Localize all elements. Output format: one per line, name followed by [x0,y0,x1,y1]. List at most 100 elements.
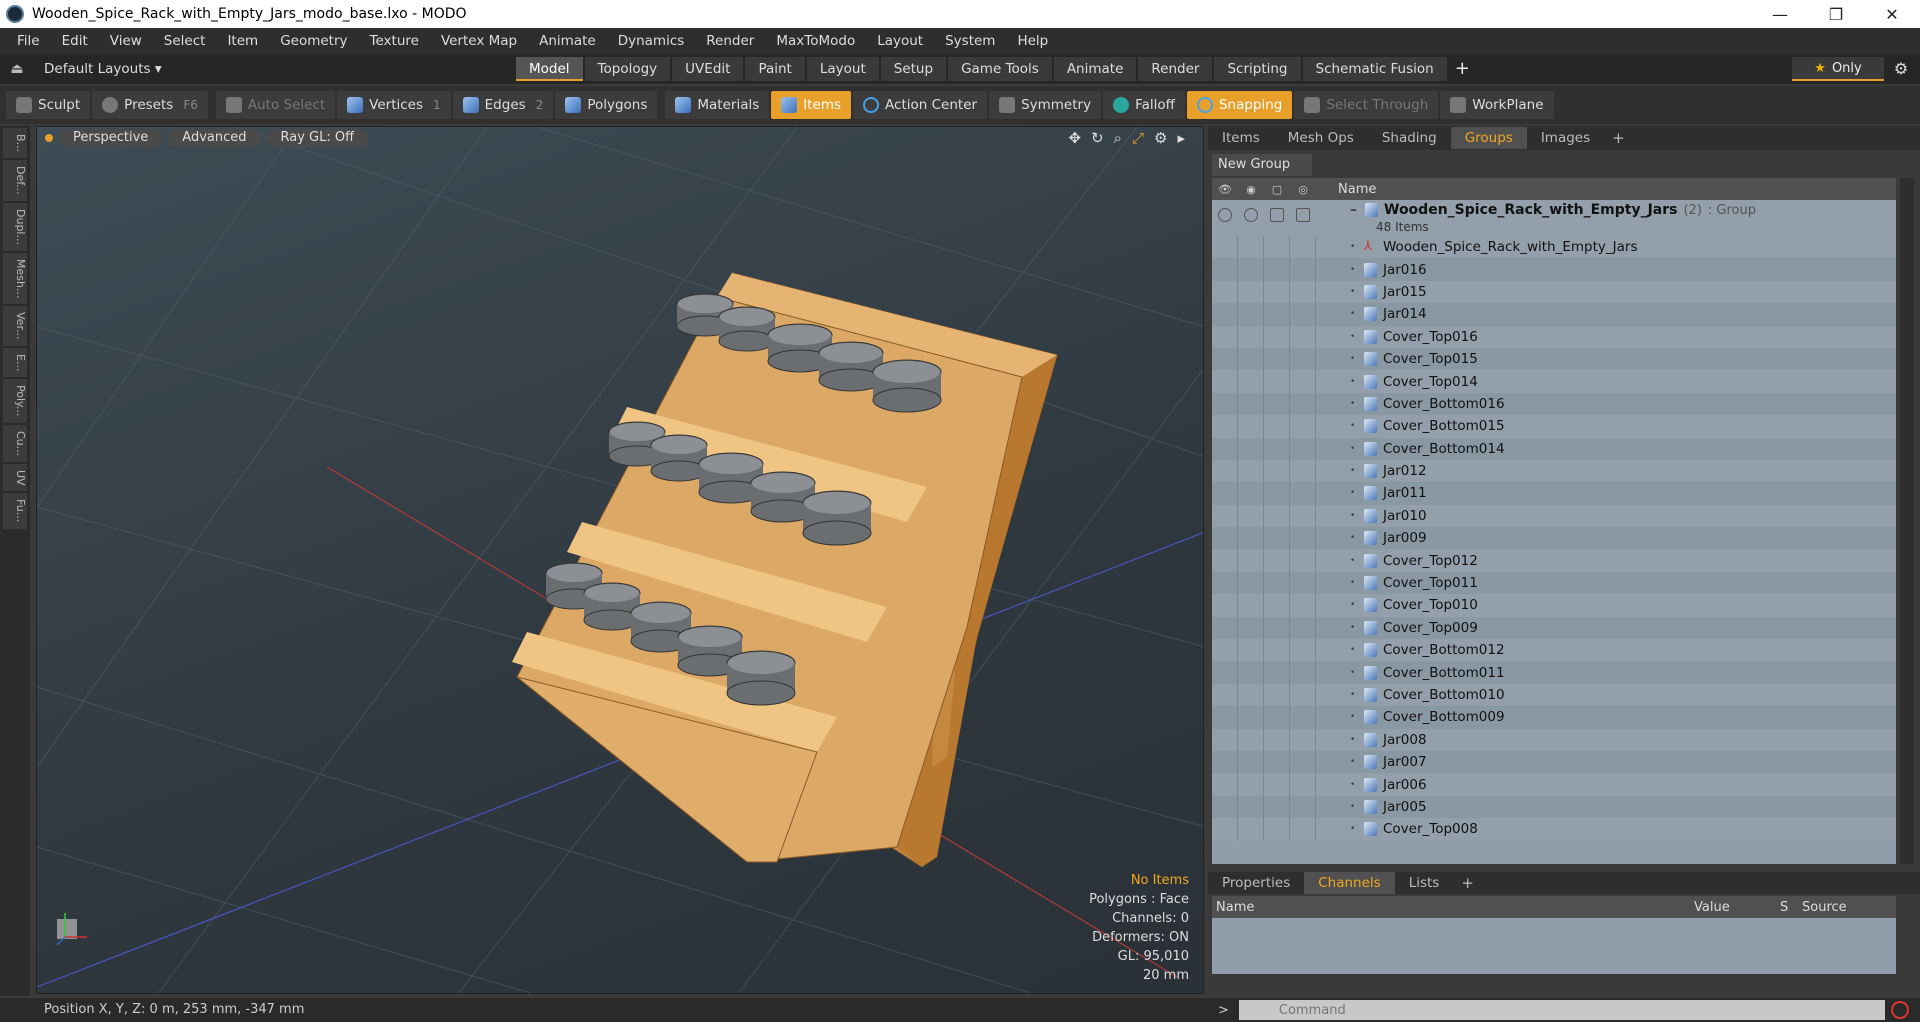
default-layouts-dropdown[interactable]: Default Layouts ▾ [34,61,172,77]
tab-items[interactable]: Items [1208,127,1274,149]
snapping-button[interactable]: Snapping [1186,91,1293,119]
rail-tab[interactable]: Def... [3,160,27,201]
symmetry-button[interactable]: Symmetry [989,91,1102,119]
list-item[interactable]: • Jar008 [1212,728,1896,751]
minimize-button[interactable]: — [1752,0,1808,28]
add-tab-button[interactable]: + [1455,57,1470,81]
menu-geometry[interactable]: Geometry [269,33,358,49]
list-item[interactable]: • Cover_Top008 [1212,818,1896,841]
menu-select[interactable]: Select [153,33,217,49]
gear-icon[interactable]: ⚙ [1888,57,1914,81]
tab-properties[interactable]: Properties [1208,872,1304,894]
workplane-button[interactable]: WorkPlane [1440,91,1554,119]
materials-button[interactable]: Materials [665,91,770,119]
list-item[interactable]: • Jar007 [1212,750,1896,774]
list-item[interactable]: • Jar009 [1212,527,1896,550]
menu-help[interactable]: Help [1006,33,1059,49]
restore-button[interactable]: ❐ [1808,0,1864,28]
list-item[interactable]: • Jar012 [1212,459,1896,483]
list-item[interactable]: • Cover_Bottom011 [1212,661,1896,684]
menu-system[interactable]: System [934,33,1006,49]
name-column-header[interactable]: Name [1338,182,1376,197]
menu-item[interactable]: Item [216,33,269,49]
command-input[interactable] [1238,1000,1885,1020]
tab-topology[interactable]: Topology [584,57,671,81]
list-item[interactable]: • Cover_Bottom012 [1212,639,1896,662]
vertices-button[interactable]: Vertices 1 [337,91,451,119]
list-scrollbar[interactable] [1900,178,1914,864]
list-item[interactable]: • Cover_Bottom009 [1212,706,1896,729]
tab-game-tools[interactable]: Game Tools [948,57,1052,81]
tab-render[interactable]: Render [1138,57,1213,81]
3d-viewport[interactable]: Perspective Advanced Ray GL: Off ✥ ↻ ⌕ ⤢… [36,126,1204,994]
auto-select-button[interactable]: Auto Select [215,91,336,119]
tab-setup[interactable]: Setup [880,57,947,81]
fit-view-icon[interactable]: ⤢ [1132,129,1144,147]
add-channels-tab-button[interactable]: + [1453,874,1482,892]
rail-tab[interactable]: E... [3,347,27,378]
menu-dynamics[interactable]: Dynamics [607,33,696,49]
list-item[interactable]: • Jar016 [1212,258,1896,281]
zoom-view-icon[interactable]: ⌕ [1114,129,1122,147]
render-icon[interactable]: ◉ [1238,183,1264,196]
rail-tab[interactable]: Cu... [3,424,27,462]
lock-icon[interactable]: ▢ [1264,183,1290,196]
list-item[interactable]: • Cover_Top011 [1212,571,1896,595]
list-item[interactable]: • Jar005 [1212,795,1896,819]
rail-tab[interactable]: UV [3,463,27,492]
tab-paint[interactable]: Paint [745,57,805,81]
render-checkbox[interactable] [1244,208,1258,222]
channel-source-header[interactable]: Source [1798,900,1847,915]
tab-shading[interactable]: Shading [1368,127,1451,149]
add-panel-tab-button[interactable]: + [1604,129,1633,147]
viewport-menu-dot[interactable] [45,134,53,142]
presets-button[interactable]: Presets F6 [92,91,208,119]
menu-edit[interactable]: Edit [51,33,99,49]
close-button[interactable]: ✕ [1864,0,1920,28]
list-item[interactable]: • Cover_Top009 [1212,616,1896,640]
items-button[interactable]: Items [771,91,852,119]
only-toggle[interactable]: ★ Only [1792,57,1884,81]
channel-name-header[interactable]: Name [1212,900,1690,915]
list-item[interactable]: • Jar011 [1212,482,1896,505]
channel-value-header[interactable]: Value [1690,900,1776,915]
rail-tab[interactable]: Mesh... [3,252,27,305]
sculpt-button[interactable]: Sculpt [6,91,91,119]
list-item[interactable]: • Cover_Top010 [1212,594,1896,617]
rail-tab[interactable]: Poly... [3,379,27,423]
rail-tab[interactable]: B... [3,128,27,159]
list-item[interactable]: • ⅄ Wooden_Spice_Rack_with_Empty_Jars [1212,236,1896,259]
tab-scripting[interactable]: Scripting [1214,57,1301,81]
menu-file[interactable]: File [6,33,51,49]
record-icon[interactable] [1890,1001,1909,1019]
raygl-button[interactable]: Ray GL: Off [266,129,369,147]
channel-s-header[interactable]: S [1776,900,1798,915]
menu-render[interactable]: Render [695,33,765,49]
rail-tab[interactable]: Dupl... [3,202,27,251]
tab-layout[interactable]: Layout [806,57,879,81]
rail-tab[interactable]: Fu... [3,493,27,529]
advanced-button[interactable]: Advanced [168,129,261,147]
lock-checkbox[interactable] [1270,208,1284,222]
tab-schematic-fusion[interactable]: Schematic Fusion [1302,57,1447,81]
tab-model[interactable]: Model [516,57,583,81]
menu-maxtomodo[interactable]: MaxToModo [765,33,866,49]
list-item[interactable]: • Jar015 [1212,280,1896,304]
menu-view[interactable]: View [99,33,153,49]
channels-list[interactable] [1212,918,1896,974]
list-item[interactable]: • Cover_Bottom016 [1212,392,1896,416]
list-item[interactable]: • Jar014 [1212,303,1896,326]
menu-animate[interactable]: Animate [528,33,607,49]
list-item[interactable]: • Cover_Top012 [1212,549,1896,572]
new-group-button[interactable]: New Group [1212,154,1312,176]
list-item[interactable]: • Cover_Bottom010 [1212,683,1896,707]
list-item[interactable]: • Cover_Bottom015 [1212,415,1896,438]
move-view-icon[interactable]: ✥ [1068,129,1081,147]
list-item[interactable]: • Cover_Top014 [1212,370,1896,393]
list-item[interactable]: • Jar006 [1212,773,1896,796]
list-item[interactable]: • Jar010 [1212,504,1896,528]
action-center-button[interactable]: Action Center [853,91,988,119]
menu-texture[interactable]: Texture [359,33,430,49]
list-item[interactable]: • Cover_Bottom014 [1212,437,1896,460]
select-checkbox[interactable] [1296,208,1310,222]
